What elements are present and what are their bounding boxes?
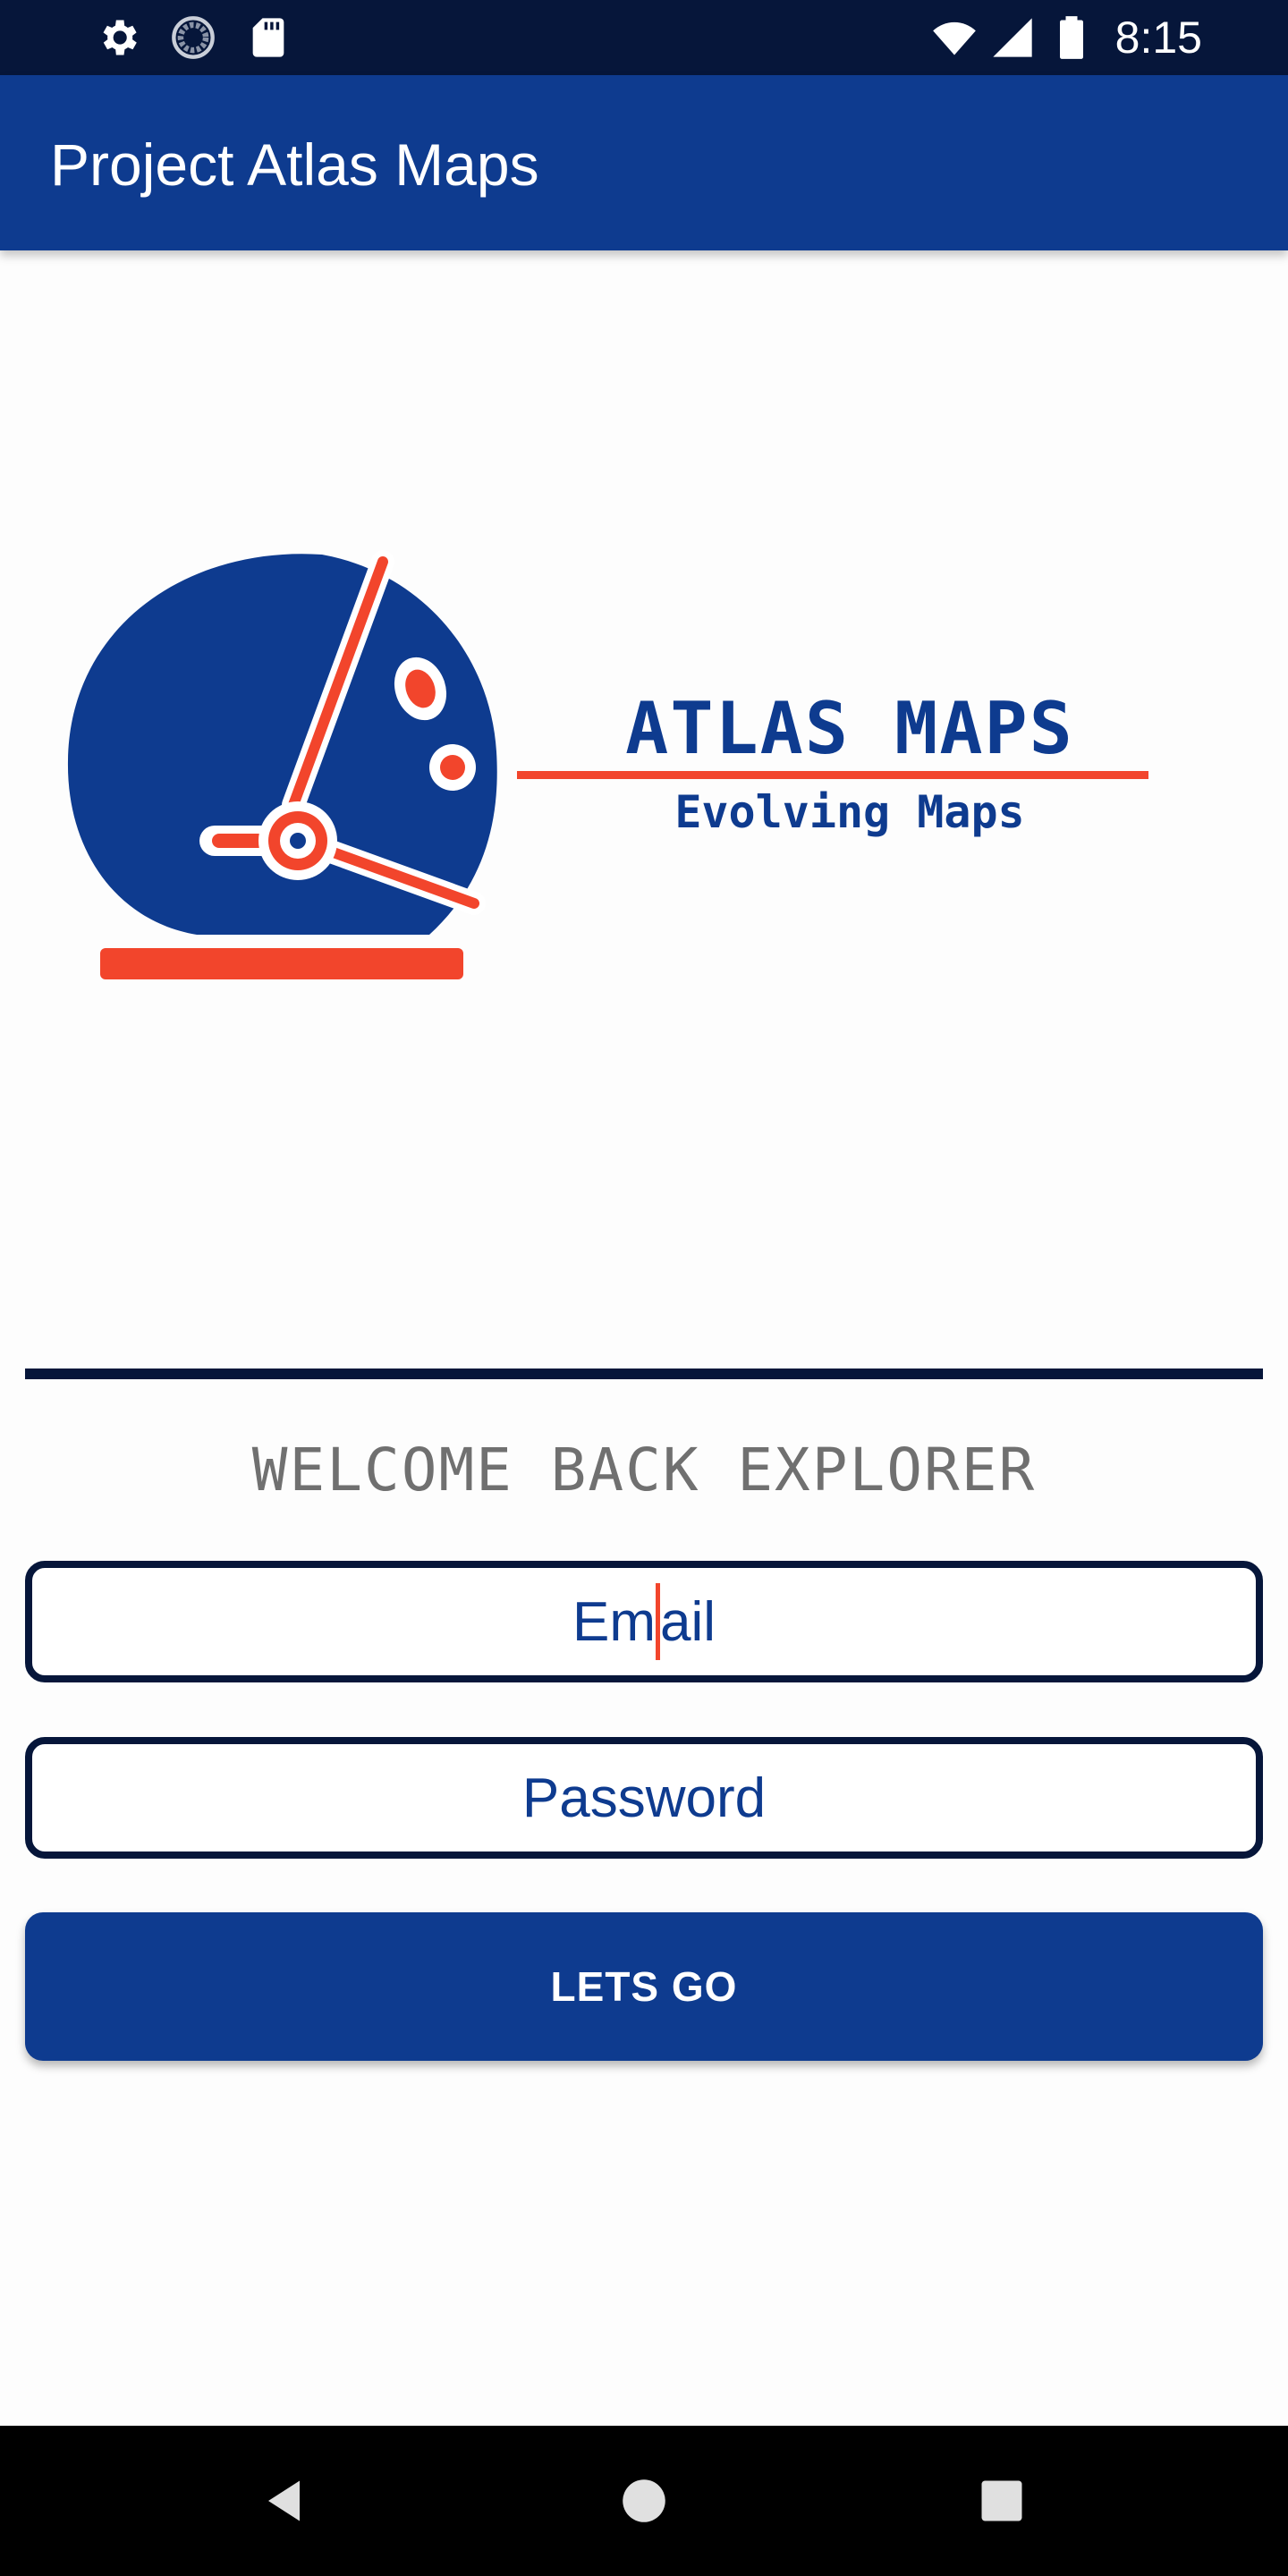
cellular-signal-icon: [993, 18, 1032, 57]
logo-divider: [517, 771, 1148, 779]
gear-icon: [103, 20, 137, 55]
section-divider: [25, 1368, 1263, 1379]
email-field[interactable]: Em ail: [25, 1561, 1263, 1682]
lets-go-button[interactable]: LETS GO: [25, 1912, 1263, 2061]
home-icon[interactable]: [617, 2474, 671, 2528]
password-field[interactable]: Password: [25, 1737, 1263, 1859]
email-text-after-caret: ail: [659, 1590, 716, 1653]
app-title: Project Atlas Maps: [50, 131, 539, 198]
email-text-before-caret: Em: [572, 1590, 656, 1653]
app-bar: Project Atlas Maps: [0, 75, 1288, 250]
logo-subtitle: Evolving Maps: [674, 786, 1025, 838]
logo-title: ATLAS MAPS: [625, 687, 1074, 770]
status-bar: 8:15: [0, 0, 1288, 75]
welcome-heading: WELCOME BACK EXPLORER: [251, 1436, 1037, 1504]
wifi-icon: [933, 21, 976, 55]
login-screen: 8:15 Project Atlas Maps ATLAS MAPS Evolv…: [0, 0, 1288, 2576]
atlas-maps-logo: ATLAS MAPS Evolving Maps: [54, 537, 1181, 1002]
status-time: 8:15: [1114, 13, 1202, 63]
navigation-bar: [0, 2426, 1288, 2576]
loading-icon: [172, 16, 215, 59]
lets-go-label: LETS GO: [550, 1963, 738, 2010]
astronaut-helmet-icon: [67, 550, 497, 979]
sd-card-icon: [252, 18, 284, 57]
recents-icon[interactable]: [975, 2474, 1029, 2528]
password-placeholder: Password: [521, 1767, 767, 1829]
battery-icon: [1060, 16, 1083, 59]
back-icon[interactable]: [259, 2474, 313, 2528]
